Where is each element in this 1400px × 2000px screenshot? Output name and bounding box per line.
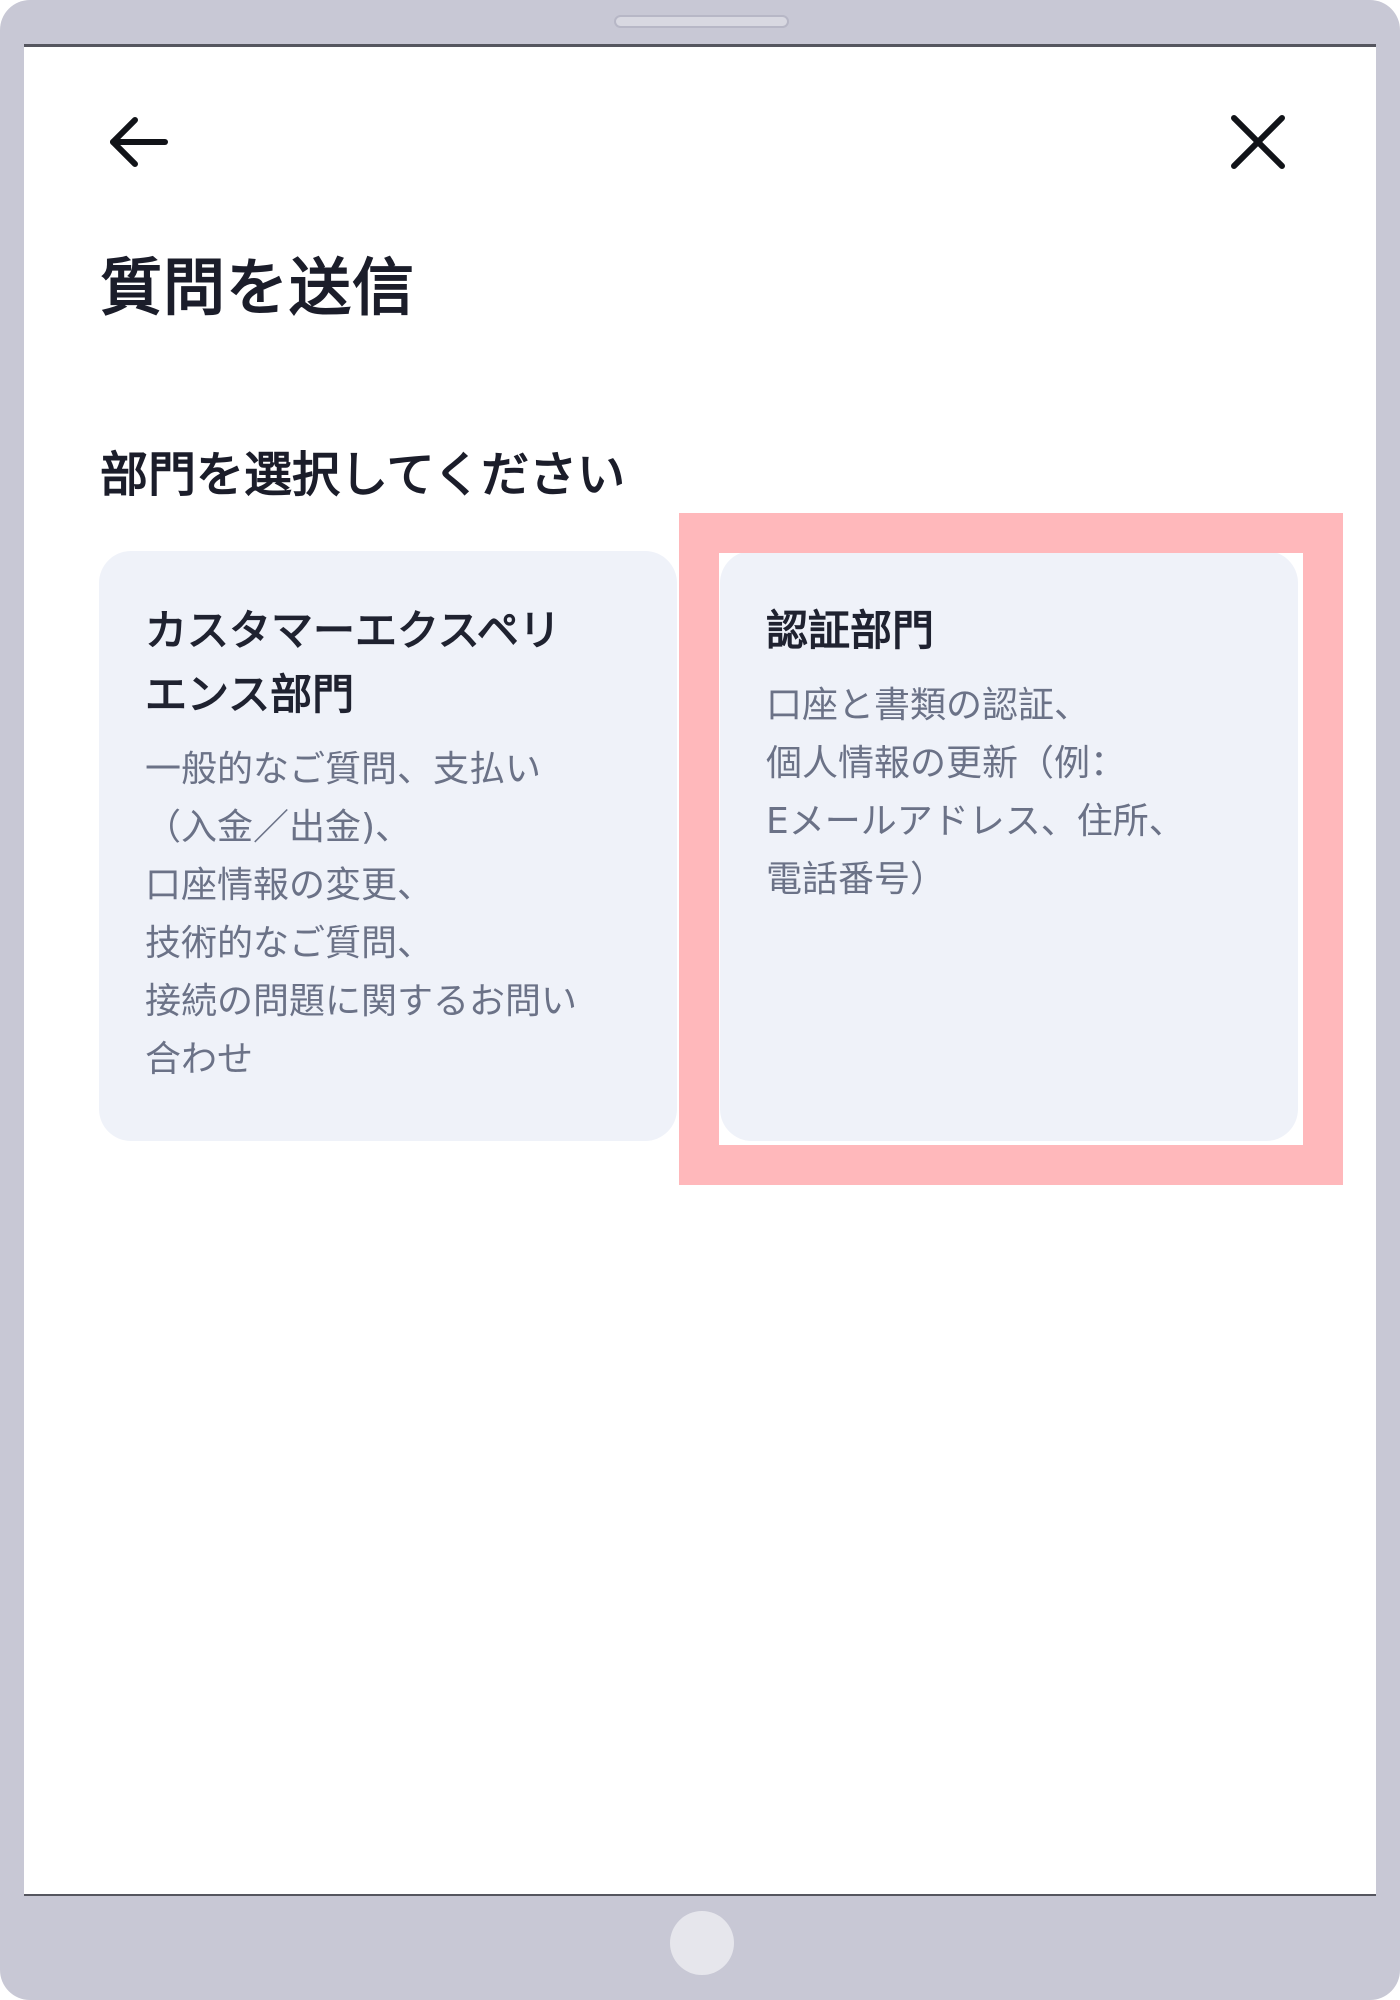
- tablet-frame: 質問を送信 部門を選択してください カスタマーエクスペリ エンス部門 一般的なご…: [0, 0, 1400, 2000]
- department-card-title: カスタマーエクスペリ エンス部門: [145, 606, 561, 719]
- department-card-customer-experience[interactable]: カスタマーエクスペリ エンス部門 一般的なご質問、支払い （入金／出金)、 口座…: [99, 551, 677, 1141]
- close-icon: [1231, 115, 1285, 169]
- department-card-description: 一般的なご質問、支払い （入金／出金)、 口座情報の変更、 技術的なご質問、 接…: [145, 749, 578, 1080]
- arrow-left-icon: [110, 117, 168, 167]
- department-card-description: 口座と書類の認証、 個人情報の更新（例： Eメールアドレス、住所、 電話番号）: [766, 685, 1185, 900]
- app-screen: 質問を送信 部門を選択してください カスタマーエクスペリ エンス部門 一般的なご…: [24, 44, 1376, 1896]
- speaker-grille: [614, 15, 789, 28]
- back-button[interactable]: [99, 102, 179, 182]
- department-card-verification[interactable]: 認証部門 口座と書類の認証、 個人情報の更新（例： Eメールアドレス、住所、 電…: [720, 551, 1298, 1141]
- page-title: 質問を送信: [100, 251, 416, 324]
- department-select-label: 部門を選択してください: [100, 447, 626, 503]
- close-button[interactable]: [1218, 102, 1298, 182]
- home-button[interactable]: [670, 1911, 734, 1975]
- department-card-title: 認証部門: [766, 606, 935, 655]
